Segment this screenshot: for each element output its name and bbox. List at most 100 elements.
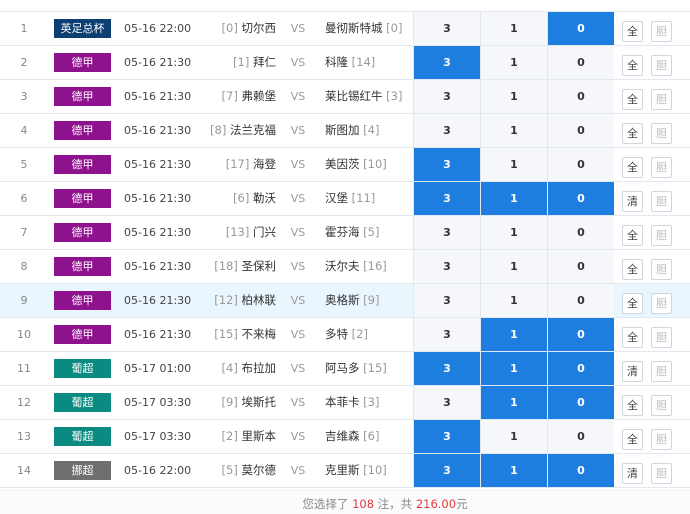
odds-win-button[interactable]: 3 <box>413 352 480 385</box>
select-all-button[interactable]: 全 <box>622 327 643 348</box>
away-name: 曼彻斯特城 <box>325 21 383 35</box>
odds-draw-button[interactable]: 1 <box>480 250 547 283</box>
away-rank: [5] <box>363 225 380 239</box>
banker-button[interactable]: 胆 <box>651 55 672 76</box>
selection-summary: 您选择了 108 注，共 216.00元 <box>0 496 690 512</box>
select-all-button[interactable]: 全 <box>622 123 643 144</box>
odds-lose-button[interactable]: 0 <box>547 182 614 215</box>
odds-win-button[interactable]: 3 <box>413 386 480 419</box>
odds-draw-button[interactable]: 1 <box>480 420 547 453</box>
select-all-button[interactable]: 全 <box>622 429 643 450</box>
odds-lose-button[interactable]: 0 <box>547 216 614 249</box>
odds-win-button[interactable]: 3 <box>413 148 480 181</box>
match-row: 4 德甲 05-16 21:30 [8] 法兰克福 VS 斯图加 [4] 3 1 0 全胆 <box>0 114 690 148</box>
odds-lose-button[interactable]: 0 <box>547 148 614 181</box>
select-all-button[interactable]: 清 <box>622 463 643 484</box>
match-row: 5 德甲 05-16 21:30 [17] 海登 VS 美因茨 [10] 3 1 0 全胆 <box>0 148 690 182</box>
home-name: 海登 <box>253 157 276 171</box>
away-team: 多特 [2] <box>325 318 410 351</box>
league-badge: 葡超 <box>54 427 111 446</box>
odds-draw-button[interactable]: 1 <box>480 454 547 487</box>
odds-lose-button[interactable]: 0 <box>547 318 614 351</box>
select-all-button[interactable]: 全 <box>622 157 643 178</box>
banker-button[interactable]: 胆 <box>651 157 672 178</box>
banker-button[interactable]: 胆 <box>651 327 672 348</box>
odds-win-button[interactable]: 3 <box>413 80 480 113</box>
banker-button[interactable]: 胆 <box>651 21 672 42</box>
odds-draw-button[interactable]: 1 <box>480 182 547 215</box>
select-all-button[interactable]: 清 <box>622 191 643 212</box>
odds-draw-button[interactable]: 1 <box>480 114 547 147</box>
odds-win-button[interactable]: 3 <box>413 216 480 249</box>
league-badge: 挪超 <box>54 461 111 480</box>
odds-lose-button[interactable]: 0 <box>547 12 614 45</box>
odds-lose-button[interactable]: 0 <box>547 80 614 113</box>
away-team: 汉堡 [11] <box>325 182 410 215</box>
odds-win-button[interactable]: 3 <box>413 454 480 487</box>
odds-lose-button[interactable]: 0 <box>547 250 614 283</box>
away-name: 霍芬海 <box>325 225 360 239</box>
match-row: 3 德甲 05-16 21:30 [7] 弗赖堡 VS 莱比锡红牛 [3] 3 1 0 全胆 <box>0 80 690 114</box>
odds-lose-button[interactable]: 0 <box>547 114 614 147</box>
odds-win-button[interactable]: 3 <box>413 420 480 453</box>
odds-lose-button[interactable]: 0 <box>547 420 614 453</box>
match-index: 11 <box>17 362 31 375</box>
odds-draw-button[interactable]: 1 <box>480 352 547 385</box>
match-index: 10 <box>17 328 31 341</box>
odds-win-button[interactable]: 3 <box>413 182 480 215</box>
odds-lose-button[interactable]: 0 <box>547 284 614 317</box>
match-time: 05-16 21:30 <box>124 294 192 307</box>
match-time: 05-17 03:30 <box>124 430 192 443</box>
odds-draw-button[interactable]: 1 <box>480 80 547 113</box>
match-index: 12 <box>17 396 31 409</box>
league-badge: 德甲 <box>54 121 111 140</box>
match-row: 14 挪超 05-16 22:00 [5] 莫尔德 VS 克里斯 [10] 3 1 0 清胆 <box>0 454 690 488</box>
away-name: 克里斯 <box>325 463 360 477</box>
banker-button[interactable]: 胆 <box>651 225 672 246</box>
select-all-button[interactable]: 全 <box>622 293 643 314</box>
banker-button[interactable]: 胆 <box>651 361 672 382</box>
odds-draw-button[interactable]: 1 <box>480 284 547 317</box>
odds-lose-button[interactable]: 0 <box>547 46 614 79</box>
select-all-button[interactable]: 全 <box>622 89 643 110</box>
odds-draw-button[interactable]: 1 <box>480 318 547 351</box>
odds-win-button[interactable]: 3 <box>413 284 480 317</box>
odds-draw-button[interactable]: 1 <box>480 12 547 45</box>
odds-lose-button[interactable]: 0 <box>547 352 614 385</box>
odds-lose-button[interactable]: 0 <box>547 386 614 419</box>
odds-win-button[interactable]: 3 <box>413 114 480 147</box>
away-name: 美因茨 <box>325 157 360 171</box>
match-time: 05-16 21:30 <box>124 124 192 137</box>
odds-draw-button[interactable]: 1 <box>480 386 547 419</box>
select-all-button[interactable]: 全 <box>622 55 643 76</box>
banker-button[interactable]: 胆 <box>651 89 672 110</box>
match-index: 7 <box>20 226 28 239</box>
select-all-button[interactable]: 全 <box>622 21 643 42</box>
banker-button[interactable]: 胆 <box>651 395 672 416</box>
banker-button[interactable]: 胆 <box>651 463 672 484</box>
away-name: 沃尔夫 <box>325 259 360 273</box>
select-all-button[interactable]: 全 <box>622 259 643 280</box>
banker-button[interactable]: 胆 <box>651 293 672 314</box>
odds-draw-button[interactable]: 1 <box>480 46 547 79</box>
odds-draw-button[interactable]: 1 <box>480 216 547 249</box>
away-name: 奥格斯 <box>325 293 360 307</box>
odds-win-button[interactable]: 3 <box>413 12 480 45</box>
select-all-button[interactable]: 清 <box>622 361 643 382</box>
odds-draw-button[interactable]: 1 <box>480 148 547 181</box>
vs-label: VS <box>290 90 306 103</box>
select-all-button[interactable]: 全 <box>622 395 643 416</box>
banker-button[interactable]: 胆 <box>651 191 672 212</box>
odds-win-button[interactable]: 3 <box>413 318 480 351</box>
odds-win-button[interactable]: 3 <box>413 250 480 283</box>
home-name: 柏林联 <box>241 293 277 307</box>
banker-button[interactable]: 胆 <box>651 259 672 280</box>
odds-lose-button[interactable]: 0 <box>547 454 614 487</box>
select-all-button[interactable]: 全 <box>622 225 643 246</box>
vs-label: VS <box>290 464 306 477</box>
vs-label: VS <box>290 124 306 137</box>
odds-win-button[interactable]: 3 <box>413 46 480 79</box>
banker-button[interactable]: 胆 <box>651 429 672 450</box>
away-rank: [10] <box>363 157 387 171</box>
banker-button[interactable]: 胆 <box>651 123 672 144</box>
